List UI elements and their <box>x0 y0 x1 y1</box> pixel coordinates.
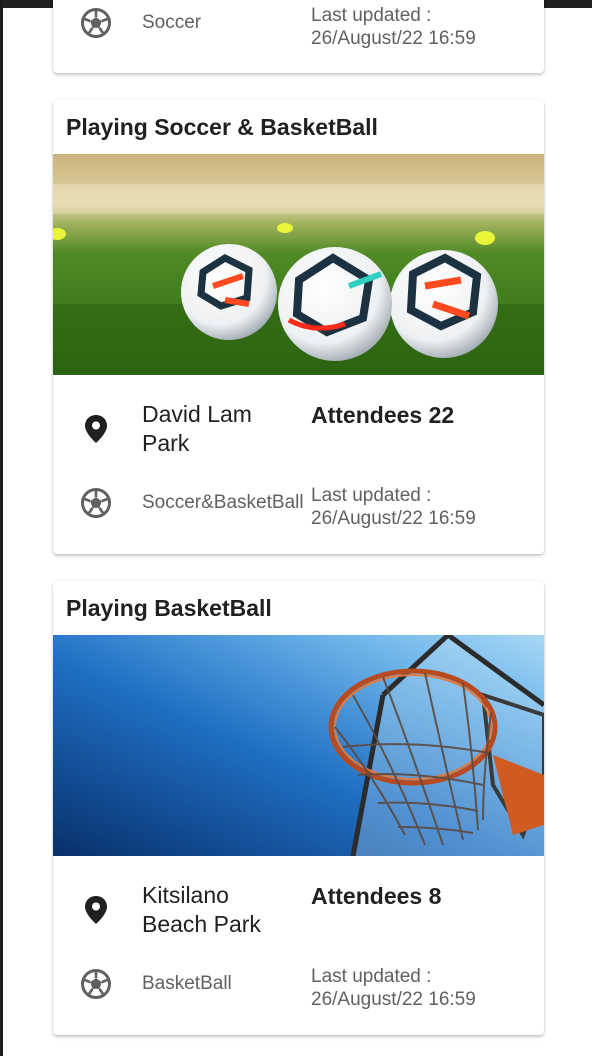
sport-label: Soccer&BasketBall <box>142 492 304 513</box>
soccer-ball-icon <box>81 969 111 999</box>
last-updated-value: 26/August/22 16:59 <box>311 508 476 529</box>
last-updated: Last updated : 26/August/22 16:59 <box>311 484 476 530</box>
soccer-ball-icon <box>81 488 111 518</box>
soccer-ball-icon <box>81 8 111 38</box>
last-updated-value: 26/August/22 16:59 <box>311 989 476 1010</box>
location-pin-icon <box>85 896 107 924</box>
sport-label: Soccer <box>142 12 202 33</box>
last-updated-label: Last updated : <box>311 966 432 987</box>
last-updated: Last updated : 26/August/22 16:59 <box>311 965 476 1011</box>
card-title: Playing BasketBall <box>66 595 272 621</box>
last-updated-label: Last updated : <box>311 5 432 26</box>
location-name: Kitsilano Beach Park <box>142 882 261 937</box>
attendees-count: Attendees 22 <box>311 402 455 428</box>
window-left-edge <box>0 0 3 1056</box>
activity-card[interactable]: Playing BasketBall Kitsilano Beach Park … <box>53 581 544 1035</box>
location-name: David Lam Park <box>142 401 252 456</box>
basketball-hoop-image <box>53 635 544 856</box>
attendees-count: Attendees 8 <box>311 883 442 909</box>
last-updated-value: 26/August/22 16:59 <box>311 28 476 49</box>
last-updated-label: Last updated : <box>311 485 432 506</box>
card-title: Playing Soccer & BasketBall <box>66 114 378 140</box>
location-pin-icon <box>85 415 107 443</box>
sport-label: BasketBall <box>142 973 232 994</box>
activity-card[interactable]: Playing Soccer & BasketBall David Lam Pa… <box>53 100 544 554</box>
soccer-balls-image <box>53 154 544 375</box>
last-updated: Last updated : 26/August/22 16:59 <box>311 4 476 50</box>
activity-card[interactable]: Soccer Last updated : 26/August/22 16:59 <box>53 0 544 73</box>
